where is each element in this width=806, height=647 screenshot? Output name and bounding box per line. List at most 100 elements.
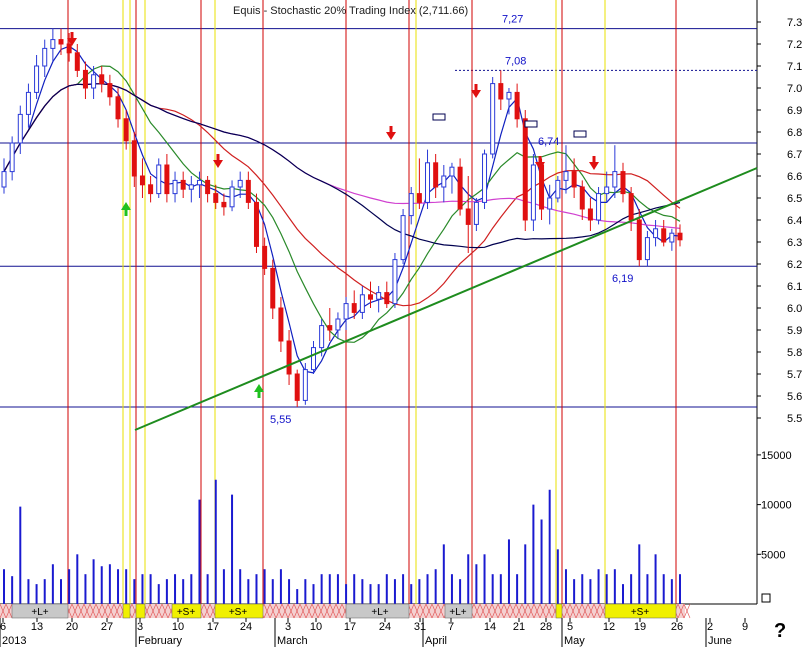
candle-body: [343, 303, 349, 320]
date-tick-label: 21: [513, 621, 525, 633]
date-tick-label: 19: [634, 621, 646, 633]
stock-chart: 7,277,086,746,195,55 +L+ +S+ +S+ +L+ +L+ +S+ …: [0, 0, 802, 647]
month-label: April: [425, 635, 447, 647]
date-tick-label: 26: [671, 621, 683, 633]
candle-body: [547, 197, 553, 210]
price-tick-label: 6.8: [787, 127, 802, 139]
band-label: +S+: [229, 607, 248, 618]
level-annotation: 6,74: [538, 136, 559, 148]
candle-body: [188, 184, 194, 190]
date-tick-label: 7: [448, 621, 454, 633]
signal-marker-icon: [524, 120, 538, 128]
signal-marker-icon: [573, 130, 587, 138]
candle-body: [644, 237, 650, 261]
price-tick-label: 6.2: [787, 259, 802, 271]
candle-body: [555, 179, 561, 199]
band-label: +L+: [31, 607, 48, 618]
candle-body: [107, 83, 113, 98]
price-tick-label: 5.6: [787, 391, 802, 403]
level-annotation: 7,27: [502, 14, 523, 26]
signal-band-segment: [135, 603, 146, 619]
candle-body: [50, 39, 56, 49]
candle-body: [58, 39, 64, 45]
candle-body: [473, 201, 479, 225]
candle-body: [653, 228, 659, 239]
volume-tick-label: 5000: [761, 549, 785, 561]
candle-body: [213, 193, 219, 203]
date-tick-label: 2: [707, 621, 713, 633]
date-tick-label: 27: [101, 621, 113, 633]
candle-body: [359, 294, 365, 313]
candle-body: [1, 171, 7, 188]
candle-body: [416, 193, 422, 203]
price-tick-label: 5.9: [787, 325, 802, 337]
candle-body: [237, 179, 243, 188]
price-tick-label: 6.0: [787, 303, 802, 315]
candle-body: [34, 65, 40, 93]
month-label: March: [277, 635, 308, 647]
candle-body: [221, 201, 227, 208]
price-tick-label: 5.7: [787, 369, 802, 381]
date-tick-label: 9: [742, 621, 748, 633]
month-label: June: [708, 635, 732, 647]
date-tick-label: 13: [31, 621, 43, 633]
date-tick-label: 10: [310, 621, 322, 633]
candle-body: [441, 175, 447, 188]
candle-body: [270, 267, 276, 309]
candle-body: [262, 245, 268, 269]
candle-body: [596, 193, 602, 221]
candle-body: [587, 208, 593, 221]
candle-body: [514, 91, 520, 120]
candle-body: [164, 164, 170, 195]
help-icon[interactable]: ?: [774, 620, 786, 643]
candle-body: [669, 232, 675, 243]
candle-body: [604, 186, 610, 195]
candle-body: [425, 162, 431, 203]
date-tick-label: 17: [344, 621, 356, 633]
signal-band-segment: [122, 603, 131, 619]
candle-body: [123, 118, 129, 142]
date-tick-label: 31: [414, 621, 426, 633]
candle-body: [482, 153, 488, 203]
candle-body: [74, 52, 80, 71]
candle-body: [148, 184, 154, 195]
date-tick-label: 6: [0, 621, 6, 633]
candle-body: [286, 340, 292, 375]
candle-body: [376, 292, 382, 300]
candle-body: [302, 369, 308, 401]
date-tick-label: 24: [240, 621, 252, 633]
candle-body: [433, 162, 439, 188]
candle-body: [392, 259, 398, 305]
candle-body: [172, 179, 178, 195]
candle-body: [319, 325, 325, 349]
candle-body: [368, 294, 374, 300]
date-tick-label: 10: [172, 621, 184, 633]
price-tick-label: 7.1: [787, 61, 802, 73]
candle-body: [457, 166, 463, 210]
candle-body: [612, 171, 618, 188]
candle-body: [17, 113, 23, 144]
date-tick-label: 12: [603, 621, 615, 633]
candle-body: [579, 186, 585, 210]
price-tick-label: 7.3: [787, 17, 802, 29]
candle-body: [351, 303, 357, 313]
candle-body: [327, 325, 333, 331]
candle-body: [139, 175, 145, 186]
candle-body: [408, 193, 414, 217]
volume-tick-label: 15000: [761, 450, 792, 462]
candle-body: [465, 208, 471, 225]
price-tick-label: 6.5: [787, 193, 802, 205]
candle-body: [620, 171, 626, 195]
date-tick-label: 28: [540, 621, 552, 633]
signal-marker-icon: [432, 113, 446, 121]
candle-body: [563, 171, 569, 181]
candle-body: [66, 43, 72, 54]
price-tick-label: 6.4: [787, 215, 802, 227]
date-tick-label: 3: [137, 621, 143, 633]
price-tick-label: 5.5: [787, 413, 802, 425]
date-tick-label: 24: [379, 621, 391, 633]
price-tick-label: 7.2: [787, 39, 802, 51]
band-label: +L+: [449, 607, 466, 618]
candle-body: [539, 164, 545, 210]
date-tick-label: 20: [66, 621, 78, 633]
